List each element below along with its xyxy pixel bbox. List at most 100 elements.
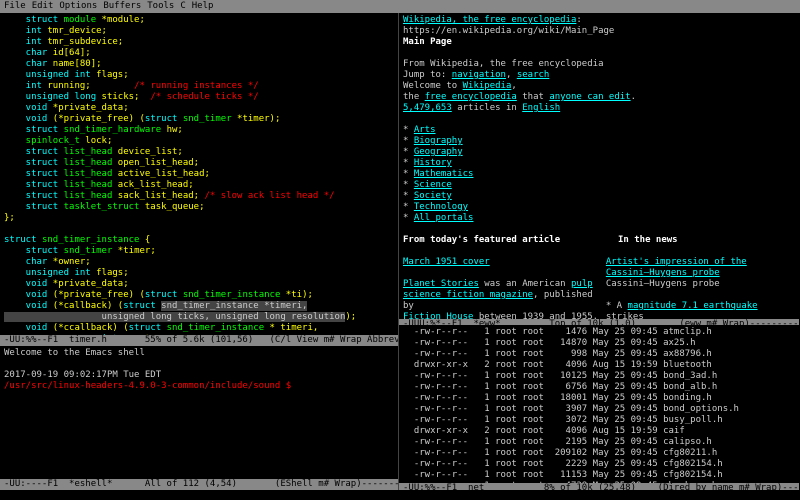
portal-technology[interactable]: Technology <box>414 202 468 212</box>
featured-heading: From today's featured article <box>403 235 618 246</box>
code-line: struct list_head sack_list_head; /* slow… <box>4 191 394 202</box>
english-link[interactable]: English <box>522 103 560 113</box>
search-link[interactable]: search <box>517 70 550 80</box>
menu-file[interactable]: File <box>4 1 26 11</box>
menu-edit[interactable]: Edit <box>32 1 54 11</box>
wiki-header-link[interactable]: Wikipedia, the free encyclopedia <box>403 15 576 25</box>
code-line: struct list_head open_list_head; <box>4 158 394 169</box>
free-enc-link[interactable]: free encyclopedia <box>425 92 517 102</box>
news-caption[interactable]: Artist's impression of the <box>606 257 795 268</box>
txt: * A <box>606 301 628 311</box>
file-row[interactable]: -rw-r--r-- 1 root root 3907 May 25 09:45… <box>403 404 795 415</box>
planet-stories-link[interactable]: Planet Stories <box>403 279 479 289</box>
portal-geography[interactable]: Geography <box>414 147 463 157</box>
fiction-house-link[interactable]: Fiction House <box>403 312 473 319</box>
file-row[interactable]: -rw-r--r-- 1 root root 10125 May 25 09:4… <box>403 371 795 382</box>
menu-buffers[interactable]: Buffers <box>103 1 141 11</box>
editor-panes: struct module *module; int tmr_device; i… <box>0 13 800 490</box>
article-count-link[interactable]: 5,479,653 <box>403 103 452 113</box>
featured-column: March 1951 cover Planet Stories was an A… <box>403 257 606 319</box>
code-buffer[interactable]: struct module *module; int tmr_device; i… <box>0 13 398 335</box>
modeline-dired: -UU:%%--F1 net 8% of 10k (25,48) (Dired … <box>399 483 799 490</box>
nav-link[interactable]: navigation <box>452 70 506 80</box>
file-row[interactable]: -rw-r--r-- 1 root root 11153 May 25 09:4… <box>403 470 795 481</box>
eshell-prompt: /usr/src/linux-headers-4.9.0-3-common/in… <box>4 381 291 391</box>
file-row[interactable]: -rw-r--r-- 1 root root 998 May 25 09:45 … <box>403 349 795 360</box>
left-column: struct module *module; int tmr_device; i… <box>0 13 399 490</box>
menu-tools[interactable]: Tools <box>147 1 174 11</box>
txt: was an American <box>479 279 571 289</box>
anyone-edit-link[interactable]: anyone can edit <box>549 92 630 102</box>
file-row[interactable]: drwxr-xr-x 2 root root 4096 Aug 15 19:59… <box>403 426 795 437</box>
code-line: void (*private_free) (struct snd_timer *… <box>4 114 394 125</box>
code-line: int running; /* running instances */ <box>4 81 394 92</box>
modeline-eshell: -UU:----F1 *eshell* All of 112 (4,54) (E… <box>0 479 398 490</box>
code-line: void *private_data; <box>4 279 394 290</box>
code-line: void *private_data; <box>4 103 394 114</box>
txt: articles in <box>452 103 522 113</box>
file-row[interactable]: -rw-r--r-- 1 root root 2195 May 25 09:45… <box>403 437 795 448</box>
portal-list: * Arts* Biography* Geography* History* M… <box>403 125 795 224</box>
file-row[interactable]: -rw-r--r-- 1 root root 1476 May 25 09:45… <box>403 327 795 338</box>
menu-options[interactable]: Options <box>59 1 97 11</box>
txt: strikes <box>606 312 644 319</box>
pulp-link[interactable]: pulp <box>571 279 593 289</box>
code-line <box>4 224 394 235</box>
portal-biography[interactable]: Biography <box>414 136 463 146</box>
eww-buffer[interactable]: Wikipedia, the free encyclopedia: https:… <box>399 13 799 319</box>
code-line: struct list_head active_list_head; <box>4 169 394 180</box>
code-line: void (*private_free) (struct snd_timer_i… <box>4 290 394 301</box>
file-row[interactable]: -rw-r--r-- 1 root root 209102 May 25 09:… <box>403 448 795 459</box>
modeline-eww: -UUU:%*--F1 *eww* Top of 10k (1,0) (eww … <box>399 319 799 326</box>
menu-bar[interactable]: File Edit Options Buffers Tools C Help <box>0 0 800 13</box>
sfmag-link[interactable]: science fiction magazine <box>403 290 533 300</box>
eshell-timestamp: 2017-09-19 09:02:17PM Tue EDT <box>4 370 394 381</box>
file-row[interactable]: drwxr-xr-x 2 root root 4096 Aug 15 19:59… <box>403 360 795 371</box>
code-line: unsigned int flags; <box>4 70 394 81</box>
news-heading: In the news <box>618 235 678 246</box>
portal-society[interactable]: Society <box>414 191 452 201</box>
news-caption[interactable]: Cassini–Huygens probe <box>606 268 795 279</box>
code-line: struct snd_timer_hardware hw; <box>4 125 394 136</box>
menu-help[interactable]: Help <box>192 1 214 11</box>
right-column: Wikipedia, the free encyclopedia: https:… <box>399 13 799 490</box>
code-line: struct snd_timer_instance { <box>4 235 394 246</box>
code-line: }; <box>4 213 394 224</box>
code-line: char *owner; <box>4 257 394 268</box>
menu-c[interactable]: C <box>180 1 185 11</box>
earthquake-link[interactable]: magnitude 7.1 earthquake <box>628 301 758 311</box>
code-line: struct list_head device_list; <box>4 147 394 158</box>
code-line: unsigned long ticks, unsigned long resol… <box>4 312 394 323</box>
code-line: int tmr_device; <box>4 26 394 37</box>
portal-history[interactable]: History <box>414 158 452 168</box>
eshell-welcome: Welcome to the Emacs shell <box>4 348 394 359</box>
file-row[interactable]: -rw-r--r-- 1 root root 3072 May 25 09:45… <box>403 415 795 426</box>
jump-label: Jump to: <box>403 70 452 80</box>
portal-arts[interactable]: Arts <box>414 125 436 135</box>
code-line: void (*callback) (struct snd_timer_insta… <box>4 301 394 312</box>
txt: the <box>403 92 425 102</box>
code-line: char id[64]; <box>4 48 394 59</box>
code-line: struct list_head ack_list_head; <box>4 180 394 191</box>
file-row[interactable]: -rw-r--r-- 1 root root 14870 May 25 09:4… <box>403 338 795 349</box>
portal-all-portals[interactable]: All portals <box>414 213 474 223</box>
portal-science[interactable]: Science <box>414 180 452 190</box>
welcome-text: Welcome to <box>403 81 463 91</box>
featured-caption[interactable]: March 1951 cover <box>403 257 606 268</box>
code-line: struct module *module; <box>4 15 394 26</box>
eshell-buffer[interactable]: Welcome to the Emacs shell 2017-09-19 09… <box>0 346 398 479</box>
code-line: char name[80]; <box>4 59 394 70</box>
news-caption-plain: Cassini–Huygens probe <box>606 279 795 290</box>
file-row[interactable]: -rw-r--r-- 1 root root 6756 May 25 09:45… <box>403 382 795 393</box>
code-line: int tmr_subdevice; <box>4 37 394 48</box>
code-line: unsigned int flags; <box>4 268 394 279</box>
portal-mathematics[interactable]: Mathematics <box>414 169 474 179</box>
code-line: void (*ccallback) (struct snd_timer_inst… <box>4 323 394 334</box>
txt: that <box>517 92 550 102</box>
file-row[interactable]: -rw-r--r-- 1 root root 2229 May 25 09:45… <box>403 459 795 470</box>
news-column: Artist's impression of the Cassini–Huyge… <box>606 257 795 319</box>
wikipedia-link[interactable]: Wikipedia <box>463 81 512 91</box>
code-line: struct snd_timer *timer; <box>4 246 394 257</box>
file-row[interactable]: -rw-r--r-- 1 root root 18001 May 25 09:4… <box>403 393 795 404</box>
dired-buffer[interactable]: -rw-r--r-- 1 root root 1476 May 25 09:45… <box>399 325 799 483</box>
